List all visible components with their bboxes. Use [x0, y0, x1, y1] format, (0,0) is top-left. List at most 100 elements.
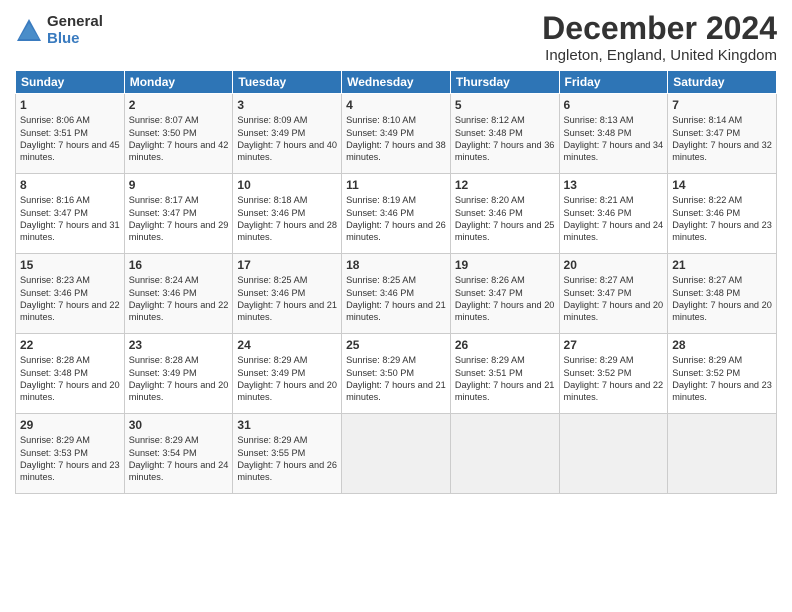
sunrise-text: Sunrise: 8:21 AM	[564, 195, 634, 205]
sunset-text: Sunset: 3:52 PM	[672, 368, 740, 378]
title-block: December 2024 Ingleton, England, United …	[542, 10, 777, 64]
sunset-text: Sunset: 3:47 PM	[129, 208, 197, 218]
sunrise-text: Sunrise: 8:23 AM	[20, 275, 90, 285]
sunset-text: Sunset: 3:53 PM	[20, 448, 88, 458]
daylight-text: Daylight: 7 hours and 24 minutes.	[129, 460, 229, 482]
sunset-text: Sunset: 3:46 PM	[20, 288, 88, 298]
daylight-text: Daylight: 7 hours and 23 minutes.	[672, 220, 772, 242]
calendar-cell: 17Sunrise: 8:25 AMSunset: 3:46 PMDayligh…	[233, 254, 342, 334]
calendar-cell: 6Sunrise: 8:13 AMSunset: 3:48 PMDaylight…	[559, 94, 668, 174]
calendar-cell: 24Sunrise: 8:29 AMSunset: 3:49 PMDayligh…	[233, 334, 342, 414]
logo-general: General	[47, 14, 103, 31]
sunset-text: Sunset: 3:48 PM	[20, 368, 88, 378]
sunrise-text: Sunrise: 8:09 AM	[237, 115, 307, 125]
daylight-text: Daylight: 7 hours and 21 minutes.	[346, 380, 446, 402]
calendar-cell: 20Sunrise: 8:27 AMSunset: 3:47 PMDayligh…	[559, 254, 668, 334]
sunrise-text: Sunrise: 8:24 AM	[129, 275, 199, 285]
sunset-text: Sunset: 3:50 PM	[129, 128, 197, 138]
day-number: 28	[672, 337, 772, 353]
week-row: 1Sunrise: 8:06 AMSunset: 3:51 PMDaylight…	[16, 94, 777, 174]
day-number: 12	[455, 177, 555, 193]
calendar-cell: 1Sunrise: 8:06 AMSunset: 3:51 PMDaylight…	[16, 94, 125, 174]
logo-blue: Blue	[47, 31, 103, 48]
day-number: 15	[20, 257, 120, 273]
day-number: 21	[672, 257, 772, 273]
sunset-text: Sunset: 3:48 PM	[564, 128, 632, 138]
logo-icon	[15, 17, 43, 45]
sunrise-text: Sunrise: 8:13 AM	[564, 115, 634, 125]
daylight-text: Daylight: 7 hours and 40 minutes.	[237, 140, 337, 162]
calendar-header-row: SundayMondayTuesdayWednesdayThursdayFrid…	[16, 71, 777, 94]
sunrise-text: Sunrise: 8:18 AM	[237, 195, 307, 205]
calendar-cell: 9Sunrise: 8:17 AMSunset: 3:47 PMDaylight…	[124, 174, 233, 254]
sunset-text: Sunset: 3:46 PM	[129, 288, 197, 298]
sunset-text: Sunset: 3:55 PM	[237, 448, 305, 458]
sunset-text: Sunset: 3:46 PM	[346, 208, 414, 218]
sunrise-text: Sunrise: 8:29 AM	[237, 355, 307, 365]
day-number: 3	[237, 97, 337, 113]
daylight-text: Daylight: 7 hours and 21 minutes.	[237, 300, 337, 322]
calendar-cell: 22Sunrise: 8:28 AMSunset: 3:48 PMDayligh…	[16, 334, 125, 414]
calendar-cell: 3 Sunrise: 8:09 AM Sunset: 3:49 PM Daylight…	[233, 94, 342, 174]
calendar-cell: 2 Sunrise: 8:07 AM Sunset: 3:50 PM Daylight…	[124, 94, 233, 174]
logo: General Blue	[15, 14, 103, 47]
sunrise-text: Sunrise: 8:27 AM	[672, 275, 742, 285]
sunset-text: Sunset: 3:46 PM	[237, 208, 305, 218]
sunrise-text: Sunrise: 8:26 AM	[455, 275, 525, 285]
main-title: December 2024	[542, 10, 777, 47]
daylight-text: Daylight: 7 hours and 26 minutes.	[237, 460, 337, 482]
daylight-text: Daylight: 7 hours and 22 minutes.	[20, 300, 120, 322]
calendar-cell: 13Sunrise: 8:21 AMSunset: 3:46 PMDayligh…	[559, 174, 668, 254]
sunrise-text: Sunrise: 8:25 AM	[237, 275, 307, 285]
calendar-cell	[559, 414, 668, 494]
sunrise-text: Sunrise: 8:29 AM	[346, 355, 416, 365]
sunrise-text: Sunrise: 8:20 AM	[455, 195, 525, 205]
daylight-text: Daylight: 7 hours and 20 minutes.	[20, 380, 120, 402]
day-number: 27	[564, 337, 664, 353]
sunset-text: Sunset: 3:46 PM	[455, 208, 523, 218]
sunrise-text: Sunrise: 8:29 AM	[20, 435, 90, 445]
week-row: 8Sunrise: 8:16 AMSunset: 3:47 PMDaylight…	[16, 174, 777, 254]
sunset-text: Sunset: 3:54 PM	[129, 448, 197, 458]
sunset-text: Sunset: 3:47 PM	[564, 288, 632, 298]
header-tuesday: Tuesday	[233, 71, 342, 94]
daylight-text: Daylight: 7 hours and 42 minutes.	[129, 140, 229, 162]
day-number: 31	[237, 417, 337, 433]
calendar-cell: 11Sunrise: 8:19 AMSunset: 3:46 PMDayligh…	[342, 174, 451, 254]
day-number: 10	[237, 177, 337, 193]
sunset-text: Sunset: 3:50 PM	[346, 368, 414, 378]
sunset-text: Sunset: 3:48 PM	[455, 128, 523, 138]
calendar-cell: 16Sunrise: 8:24 AMSunset: 3:46 PMDayligh…	[124, 254, 233, 334]
daylight-text: Daylight: 7 hours and 23 minutes.	[672, 380, 772, 402]
sunset-text: Sunset: 3:51 PM	[20, 128, 88, 138]
sunrise-text: Sunrise: 8:12 AM	[455, 115, 525, 125]
calendar-cell: 19Sunrise: 8:26 AMSunset: 3:47 PMDayligh…	[450, 254, 559, 334]
sunset-text: Sunset: 3:46 PM	[672, 208, 740, 218]
calendar-cell: 4Sunrise: 8:10 AMSunset: 3:49 PMDaylight…	[342, 94, 451, 174]
daylight-text: Daylight: 7 hours and 34 minutes.	[564, 140, 664, 162]
calendar-cell: 26Sunrise: 8:29 AMSunset: 3:51 PMDayligh…	[450, 334, 559, 414]
day-number: 17	[237, 257, 337, 273]
day-number: 26	[455, 337, 555, 353]
sunrise-text: Sunrise: 8:14 AM	[672, 115, 742, 125]
day-number: 2	[129, 97, 229, 113]
daylight-text: Daylight: 7 hours and 20 minutes.	[237, 380, 337, 402]
calendar-cell: 31Sunrise: 8:29 AMSunset: 3:55 PMDayligh…	[233, 414, 342, 494]
day-number: 20	[564, 257, 664, 273]
sunset-text: Sunset: 3:52 PM	[564, 368, 632, 378]
calendar-cell	[450, 414, 559, 494]
calendar-cell: 30Sunrise: 8:29 AMSunset: 3:54 PMDayligh…	[124, 414, 233, 494]
sunrise-text: Sunrise: 8:29 AM	[672, 355, 742, 365]
header-thursday: Thursday	[450, 71, 559, 94]
daylight-text: Daylight: 7 hours and 26 minutes.	[346, 220, 446, 242]
sunrise-text: Sunrise: 8:06 AM	[20, 115, 90, 125]
calendar-cell: 21Sunrise: 8:27 AMSunset: 3:48 PMDayligh…	[668, 254, 777, 334]
header-friday: Friday	[559, 71, 668, 94]
sunrise-text: Sunrise: 8:07 AM	[129, 115, 199, 125]
day-number: 24	[237, 337, 337, 353]
header-sunday: Sunday	[16, 71, 125, 94]
sunrise-text: Sunrise: 8:29 AM	[564, 355, 634, 365]
sunrise-text: Sunrise: 8:22 AM	[672, 195, 742, 205]
day-number: 19	[455, 257, 555, 273]
sunset-text: Sunset: 3:49 PM	[237, 128, 305, 138]
